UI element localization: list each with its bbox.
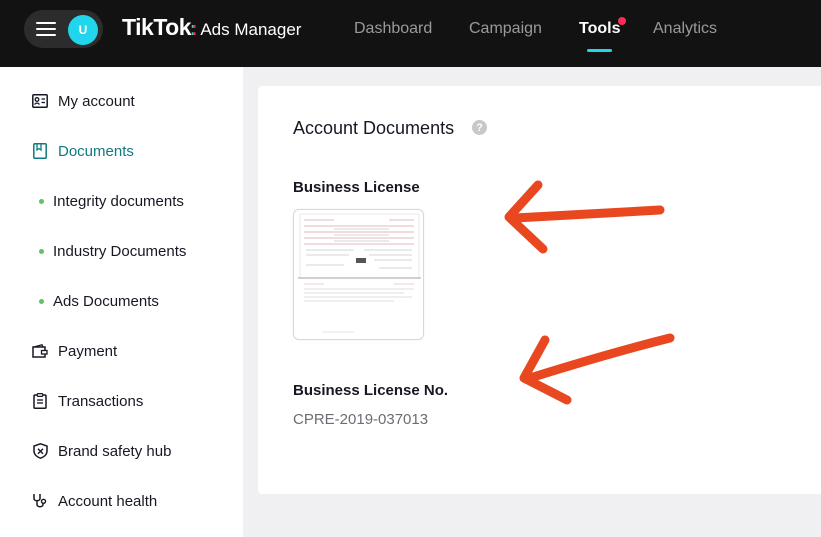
sidebar-item-account-health[interactable]: Account health (32, 490, 157, 512)
sidebar-item-label: Ads Documents (53, 292, 159, 310)
shield-icon (32, 443, 48, 459)
hamburger-menu-icon[interactable] (36, 22, 56, 37)
help-icon[interactable]: ? (472, 120, 487, 135)
bullet-dot (39, 298, 44, 304)
sidebar-item-documents[interactable]: Documents (32, 140, 134, 162)
sidebar-item-label: Transactions (58, 392, 144, 410)
annotation-arrow-license (504, 180, 665, 254)
sidebar-item-label: Integrity documents (53, 192, 184, 210)
id-card-icon (32, 93, 48, 109)
logo-colon: : (191, 19, 198, 40)
document-icon (32, 143, 48, 159)
sidebar-item-label: Payment (58, 342, 118, 360)
sidebar-subitem-ads-documents[interactable]: Ads Documents (39, 290, 159, 312)
sidebar-subitem-industry-documents[interactable]: Industry Documents (39, 240, 186, 262)
nav-active-indicator (587, 49, 612, 52)
sidebar-item-payment[interactable]: Payment (32, 340, 117, 362)
sidebar-item-label: My account (58, 92, 135, 110)
business-license-label: Business License (293, 179, 420, 196)
avatar[interactable]: U (68, 15, 98, 45)
annotation-arrow-license-no (519, 333, 675, 405)
sidebar-item-transactions[interactable]: Transactions (32, 390, 143, 412)
sidebar-item-label: Documents (58, 142, 134, 160)
nav-dashboard[interactable]: Dashboard (354, 19, 432, 39)
tiktok-ads-manager-logo[interactable]: TikTok: Ads Manager (122, 14, 301, 44)
logo-subtitle: Ads Manager (200, 20, 302, 39)
sidebar-subitem-integrity-documents[interactable]: Integrity documents (39, 190, 184, 212)
nav-campaign[interactable]: Campaign (469, 19, 542, 39)
stethoscope-icon (32, 493, 48, 509)
nav-analytics[interactable]: Analytics (653, 19, 717, 39)
page-title: Account Documents (293, 118, 455, 138)
sidebar-item-label: Industry Documents (53, 242, 187, 260)
menu-avatar-pill[interactable]: U (24, 10, 103, 48)
sidebar-item-my-account[interactable]: My account (32, 90, 135, 112)
business-license-no-value: CPRE-2019-037013 (293, 411, 429, 428)
notification-dot (618, 17, 626, 25)
business-license-thumbnail[interactable] (293, 209, 424, 340)
sidebar-item-label: Account health (58, 492, 158, 510)
sidebar-item-brand-safety-hub[interactable]: Brand safety hub (32, 440, 171, 462)
bullet-dot (39, 248, 44, 254)
business-license-no-label: Business License No. (293, 382, 449, 399)
bullet-dot (39, 198, 44, 204)
nav-tools[interactable]: Tools (579, 19, 620, 39)
logo-wordmark: TikTok (122, 14, 192, 40)
document-preview-image (298, 213, 421, 333)
wallet-icon (32, 343, 48, 359)
top-bar: U TikTok: Ads Manager Dashboard Campaign … (0, 0, 821, 67)
sidebar-item-label: Brand safety hub (58, 442, 172, 460)
clipboard-icon (32, 393, 48, 409)
